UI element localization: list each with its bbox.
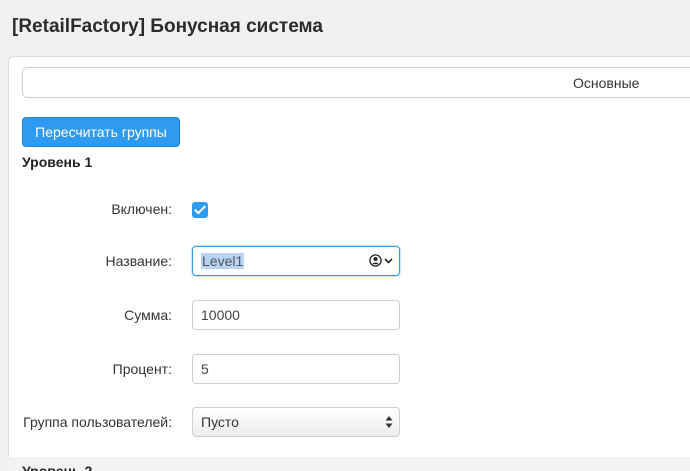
recalc-groups-button[interactable]: Пересчитать группы	[22, 117, 180, 147]
chevron-down-icon[interactable]	[384, 256, 393, 265]
level1-title: Уровень 1	[22, 154, 93, 170]
sum-label: Сумма:	[124, 307, 172, 323]
level2-section	[8, 457, 690, 471]
tab-bar: Основные	[22, 67, 690, 98]
percent-input[interactable]: 5	[192, 354, 400, 384]
sum-input[interactable]: 10000	[192, 300, 400, 330]
percent-label: Процент:	[112, 361, 172, 377]
enabled-label: Включен:	[111, 201, 172, 217]
user-circle-icon[interactable]	[369, 254, 382, 267]
name-label: Название:	[105, 253, 172, 269]
tab-main-settings[interactable]: Основные	[573, 75, 639, 91]
up-down-arrows-icon	[385, 416, 393, 428]
user-group-label: Группа пользователей:	[23, 414, 172, 430]
name-input-icons	[369, 254, 393, 267]
name-input-value: Level1	[201, 253, 245, 269]
enabled-checkbox[interactable]	[192, 202, 208, 218]
name-input[interactable]: Level1	[192, 246, 400, 276]
page-title: [RetailFactory] Бонусная система	[12, 16, 323, 37]
user-group-selected: Пусто	[201, 414, 239, 430]
level2-title: Уровень 2	[22, 463, 93, 471]
user-group-select[interactable]: Пусто	[192, 407, 400, 437]
